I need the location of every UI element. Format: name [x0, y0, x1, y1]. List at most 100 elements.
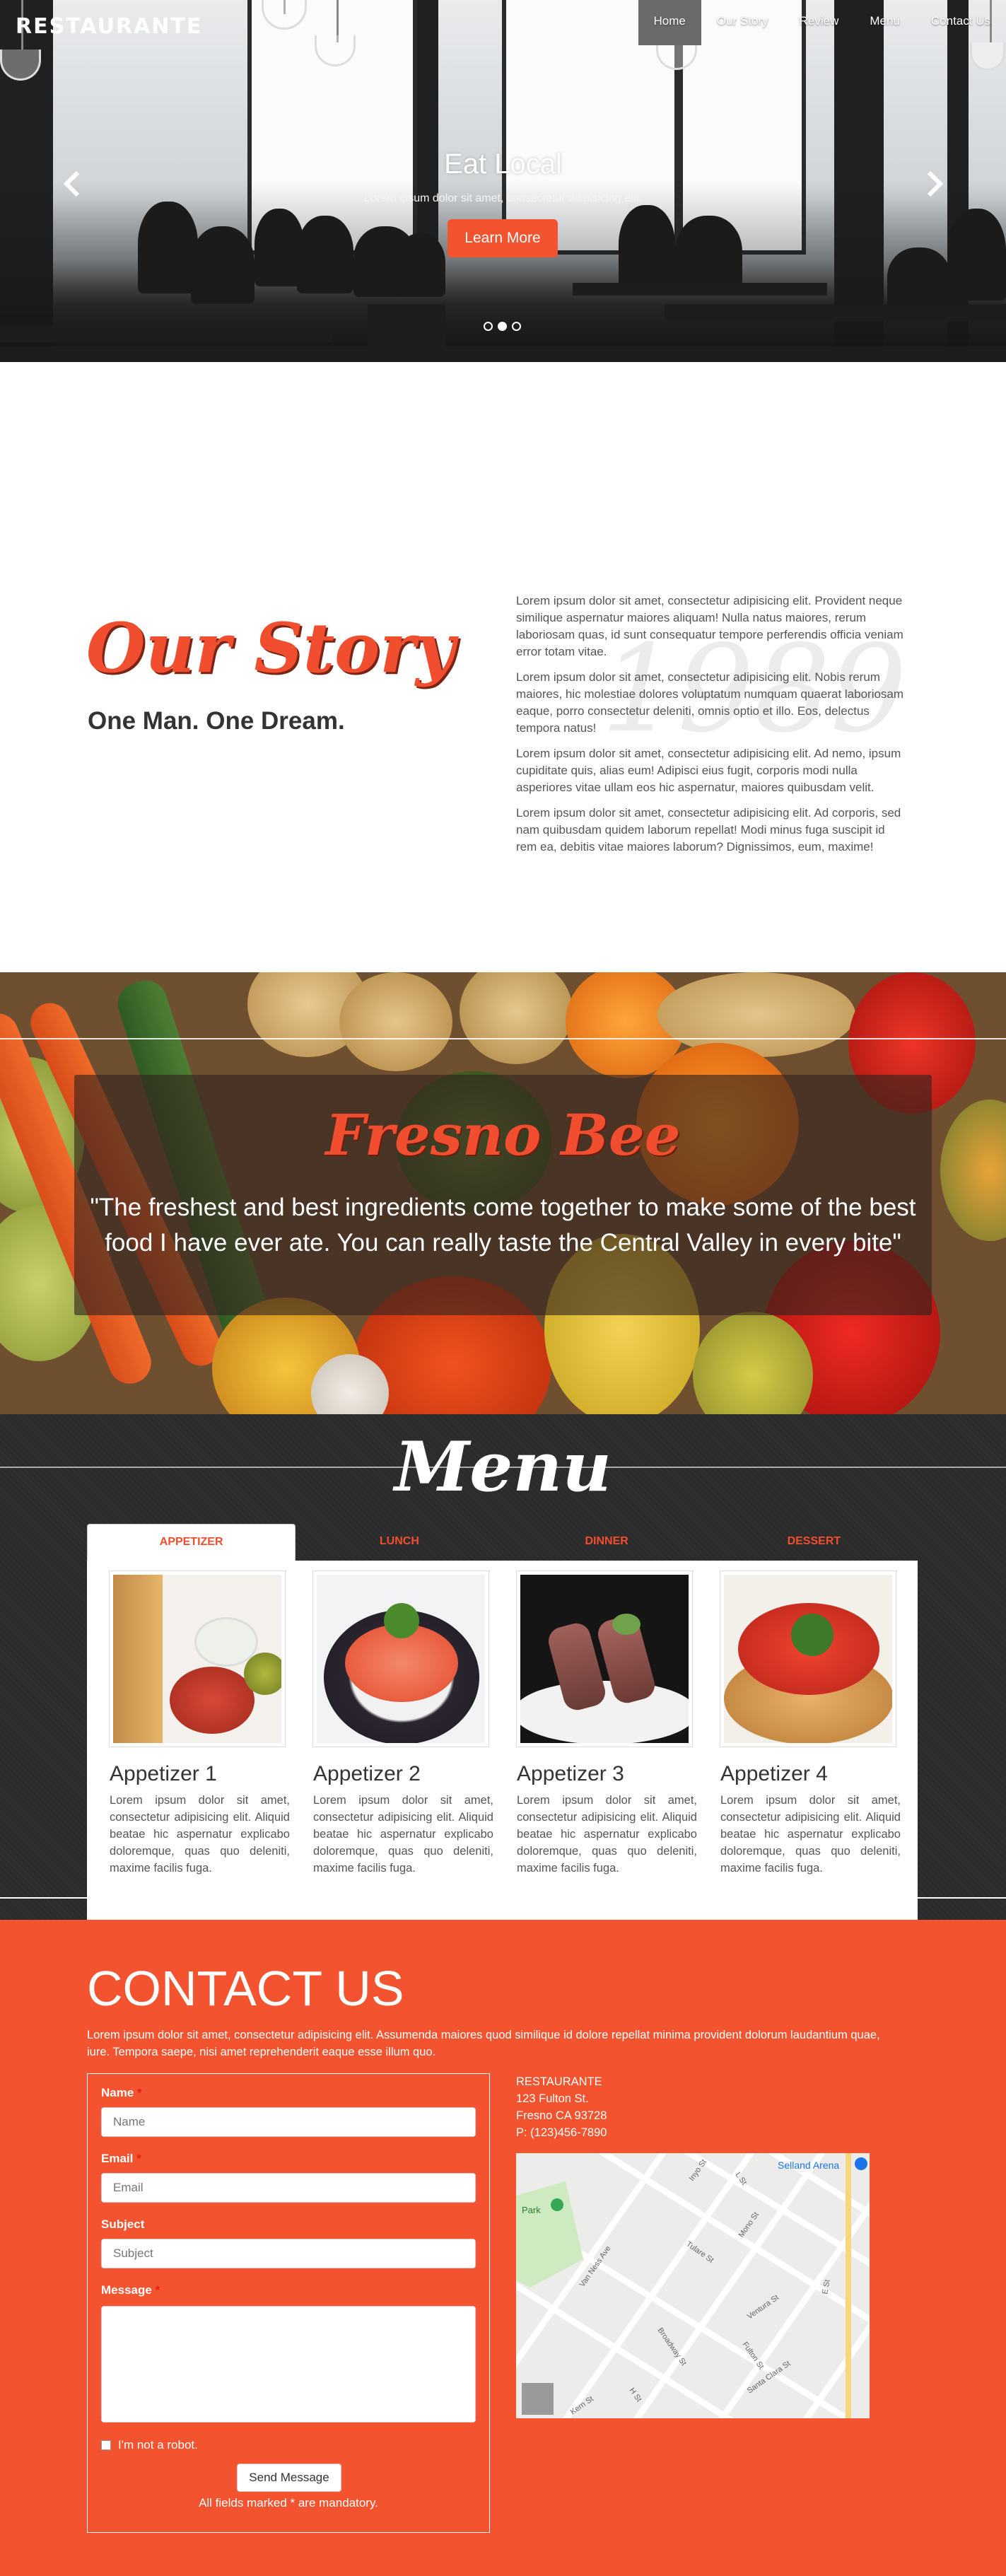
subject-input[interactable] [101, 2239, 476, 2268]
required-mark: * [155, 2283, 160, 2297]
hero-table [0, 327, 332, 342]
map-park-pin-icon[interactable] [551, 2198, 563, 2211]
name-label-text: Name [101, 2086, 134, 2099]
required-mark: * [137, 2086, 142, 2099]
nav-review[interactable]: Review [784, 0, 855, 45]
hero-subtitle: Lorem ipsum dolor sit amet, consectetur … [363, 192, 643, 204]
navbar: RESTAURANTE Home Our Story Review Menu C… [0, 0, 1006, 45]
story-paragraph: Lorem ipsum dolor sit amet, consectetur … [516, 670, 904, 735]
menu-item-name: Appetizer 1 [110, 1762, 217, 1785]
mandatory-note: All fields marked * are mandatory. [199, 2496, 378, 2510]
carousel-dot[interactable] [512, 322, 521, 331]
silhouette [191, 226, 255, 304]
nav-our-story[interactable]: Our Story [701, 0, 784, 45]
captcha-checkbox[interactable] [101, 2440, 111, 2450]
story-paragraph: Lorem ipsum dolor sit amet, consectetur … [516, 747, 901, 794]
carousel-dot[interactable] [484, 322, 493, 331]
map-label-h-st: H St [628, 2386, 643, 2403]
story-paragraph: Lorem ipsum dolor sit amet, consectetur … [516, 806, 901, 853]
send-message-button[interactable]: Send Message [237, 2464, 341, 2492]
name-label: Name * [101, 2086, 142, 2100]
tab-appetizer[interactable]: APPETIZER [87, 1524, 296, 1561]
menu-item-desc: Lorem ipsum dolor sit amet, consectetur … [313, 1794, 493, 1875]
message-label-text: Message [101, 2283, 152, 2297]
menu-item-photo [720, 1571, 896, 1747]
email-input[interactable] [101, 2173, 476, 2203]
map-venue-pin-icon[interactable] [855, 2157, 867, 2170]
menu-item[interactable]: Appetizer 2 Lorem ipsum dolor sit amet, … [313, 1571, 493, 1894]
brand-logo[interactable]: RESTAURANTE [16, 14, 202, 39]
hero-floor [0, 346, 1006, 362]
address-name: RESTAURANTE [516, 2075, 602, 2088]
story-paragraph: Lorem ipsum dolor sit amet, consectetur … [516, 594, 903, 658]
map-label-selland-arena: Selland Arena [778, 2160, 839, 2171]
contact-title: CONTACT US [87, 1961, 404, 2016]
map-label-ventura: Ventura St [746, 2293, 780, 2321]
tab-dessert[interactable]: DESSERT [710, 1524, 918, 1561]
tab-dinner[interactable]: DINNER [503, 1524, 710, 1561]
map-label-mono: Mono St [737, 2210, 761, 2239]
story-text: Lorem ipsum dolor sit amet, consectetur … [516, 593, 908, 864]
menu-item-desc: Lorem ipsum dolor sit amet, consectetur … [110, 1794, 290, 1875]
captcha-label: I'm not a robot. [118, 2438, 198, 2452]
silhouette [297, 216, 353, 293]
location-map[interactable]: Selland Arena Park Ventura St Broadway S… [516, 2153, 870, 2418]
review-quote: "The freshest and best ingredients come … [90, 1194, 916, 1257]
story-subtitle: One Man. One Dream. [88, 707, 345, 735]
address-phone: P: (123)456-7890 [516, 2126, 607, 2139]
silhouette [887, 247, 951, 311]
chevron-right-icon[interactable] [925, 168, 944, 205]
carousel-dot-active[interactable] [498, 322, 507, 331]
nav-menu[interactable]: Menu [854, 0, 916, 45]
address-city: Fresno CA 93728 [516, 2109, 607, 2122]
silhouette [947, 209, 1006, 301]
hero-table [665, 304, 1006, 321]
pepper [940, 1100, 1006, 1241]
silhouette [619, 205, 675, 290]
divider-line [0, 1038, 1006, 1039]
subject-label: Subject [101, 2217, 144, 2232]
map-streets [516, 2153, 870, 2418]
menu-item[interactable]: Appetizer 4 Lorem ipsum dolor sit amet, … [720, 1571, 901, 1894]
chevron-left-icon[interactable] [62, 168, 82, 205]
learn-more-button[interactable]: Learn More [448, 219, 558, 257]
email-label-text: Email [101, 2152, 134, 2165]
name-input[interactable] [101, 2107, 476, 2137]
melon [657, 972, 855, 1057]
menu-item-photo [517, 1571, 692, 1747]
menu-item-desc: Lorem ipsum dolor sit amet, consectetur … [720, 1794, 901, 1875]
potato [460, 972, 573, 1064]
silhouette [675, 216, 742, 293]
menu-item-name: Appetizer 4 [720, 1762, 828, 1785]
subject-label-text: Subject [101, 2217, 145, 2231]
nav-home[interactable]: Home [638, 0, 701, 45]
review-title: Fresno Bee [325, 1102, 681, 1168]
potato [339, 972, 452, 1071]
story-title: Our Story [86, 608, 455, 688]
nav-links: Home Our Story Review Menu Contact Us [638, 0, 1006, 45]
address-street: 123 Fulton St. [516, 2092, 589, 2105]
menu-item-photo [313, 1571, 489, 1747]
menu-item[interactable]: Appetizer 3 Lorem ipsum dolor sit amet, … [517, 1571, 697, 1894]
required-mark: * [136, 2152, 141, 2165]
map-canvas: Selland Arena Park Ventura St Broadway S… [516, 2153, 870, 2418]
hero-carousel: Eat Local Lorem ipsum dolor sit amet, co… [0, 0, 1006, 362]
map-label-park: Park [522, 2205, 541, 2215]
map-label-tulare: Tulare St [684, 2240, 715, 2265]
carousel-indicators [484, 322, 521, 331]
menu-item-desc: Lorem ipsum dolor sit amet, consectetur … [517, 1794, 697, 1875]
map-park [516, 2181, 583, 2287]
captcha: I'm not a robot. [101, 2438, 198, 2452]
message-textarea[interactable] [101, 2306, 476, 2423]
silhouette [138, 202, 198, 293]
message-label: Message * [101, 2283, 160, 2297]
hero-title: Eat Local [444, 148, 562, 180]
nav-contact-us[interactable]: Contact Us [916, 0, 1006, 45]
menu-item[interactable]: Appetizer 1 Lorem ipsum dolor sit amet, … [110, 1571, 290, 1894]
menu-item-photo [110, 1571, 285, 1747]
tab-lunch[interactable]: LUNCH [296, 1524, 503, 1561]
silhouette [396, 233, 445, 297]
street-view-thumbnail[interactable] [522, 2383, 554, 2415]
menu-tabs: APPETIZER LUNCH DINNER DESSERT [87, 1524, 918, 1561]
contact-intro: Lorem ipsum dolor sit amet, consectetur … [87, 2029, 880, 2058]
